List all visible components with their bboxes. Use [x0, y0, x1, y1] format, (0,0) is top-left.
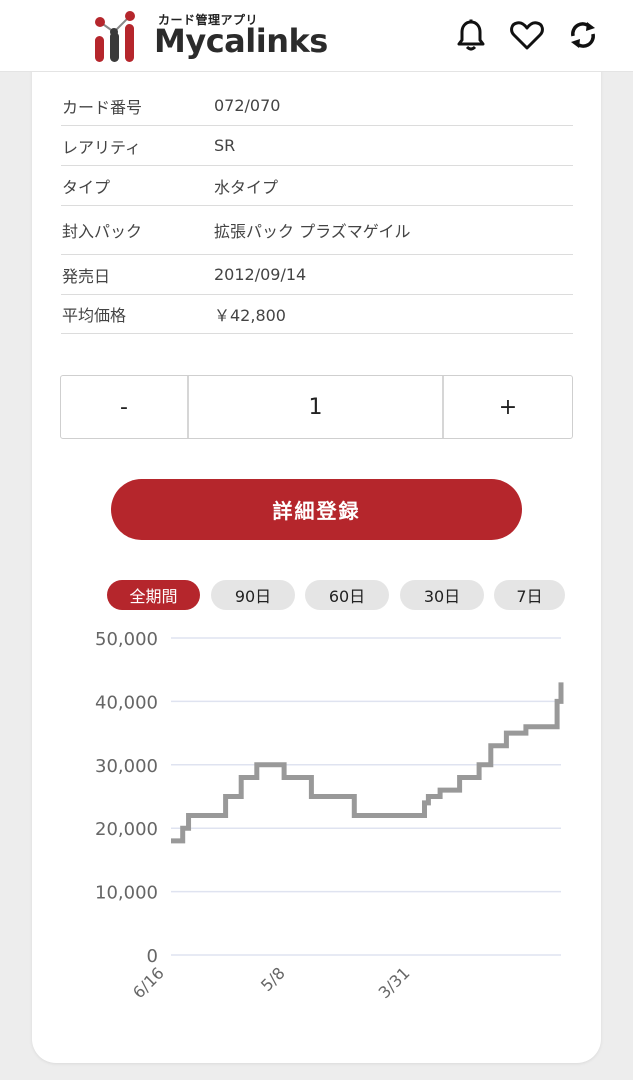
- info-label: カード番号: [62, 97, 143, 117]
- app-header: カード管理アプリ Mycalinks: [0, 0, 633, 72]
- info-row-pack: 封入パック 拡張パック プラズマゲイル: [61, 206, 573, 255]
- brand-name: Mycalinks: [154, 22, 328, 60]
- info-label: 発売日: [62, 266, 111, 286]
- mycalinks-logo[interactable]: カード管理アプリ Mycalinks: [94, 10, 328, 64]
- increment-button[interactable]: +: [444, 376, 572, 438]
- period-tab-60d[interactable]: 60日: [305, 580, 389, 610]
- info-value: 072/070: [214, 96, 281, 115]
- period-tab-90d[interactable]: 90日: [211, 580, 295, 610]
- info-label: タイプ: [62, 177, 111, 197]
- info-value: 水タイプ: [214, 177, 279, 197]
- info-row-type: タイプ 水タイプ: [61, 166, 573, 206]
- period-tab-all[interactable]: 全期間: [107, 580, 200, 610]
- quantity-value[interactable]: 1: [189, 376, 444, 438]
- period-tab-30d[interactable]: 30日: [400, 580, 484, 610]
- refresh-icon[interactable]: [566, 18, 600, 52]
- info-label: 平均価格: [62, 306, 127, 325]
- detail-register-button[interactable]: 詳細登録: [111, 479, 522, 540]
- info-value: SR: [214, 136, 236, 155]
- period-tab-7d[interactable]: 7日: [494, 580, 565, 610]
- card-info-table: カード番号 072/070 レアリティ SR タイプ 水タイプ 封入パック 拡張…: [61, 86, 573, 334]
- info-value: 2012/09/14: [214, 265, 307, 284]
- info-row-card-number: カード番号 072/070: [61, 86, 573, 126]
- info-row-average-price: 平均価格 ￥42,800: [61, 295, 573, 334]
- heart-icon[interactable]: [510, 18, 544, 52]
- info-value: ￥42,800: [214, 306, 286, 325]
- info-row-release-date: 発売日 2012/09/14: [61, 255, 573, 295]
- info-row-rarity: レアリティ SR: [61, 126, 573, 166]
- info-value: 拡張パック プラズマゲイル: [214, 222, 411, 241]
- logo-mark-icon: [95, 11, 135, 62]
- quantity-stepper: - 1 +: [60, 375, 573, 439]
- bell-icon[interactable]: [454, 18, 488, 52]
- info-label: 封入パック: [62, 222, 143, 241]
- decrement-button[interactable]: -: [61, 376, 189, 438]
- info-label: レアリティ: [62, 137, 142, 157]
